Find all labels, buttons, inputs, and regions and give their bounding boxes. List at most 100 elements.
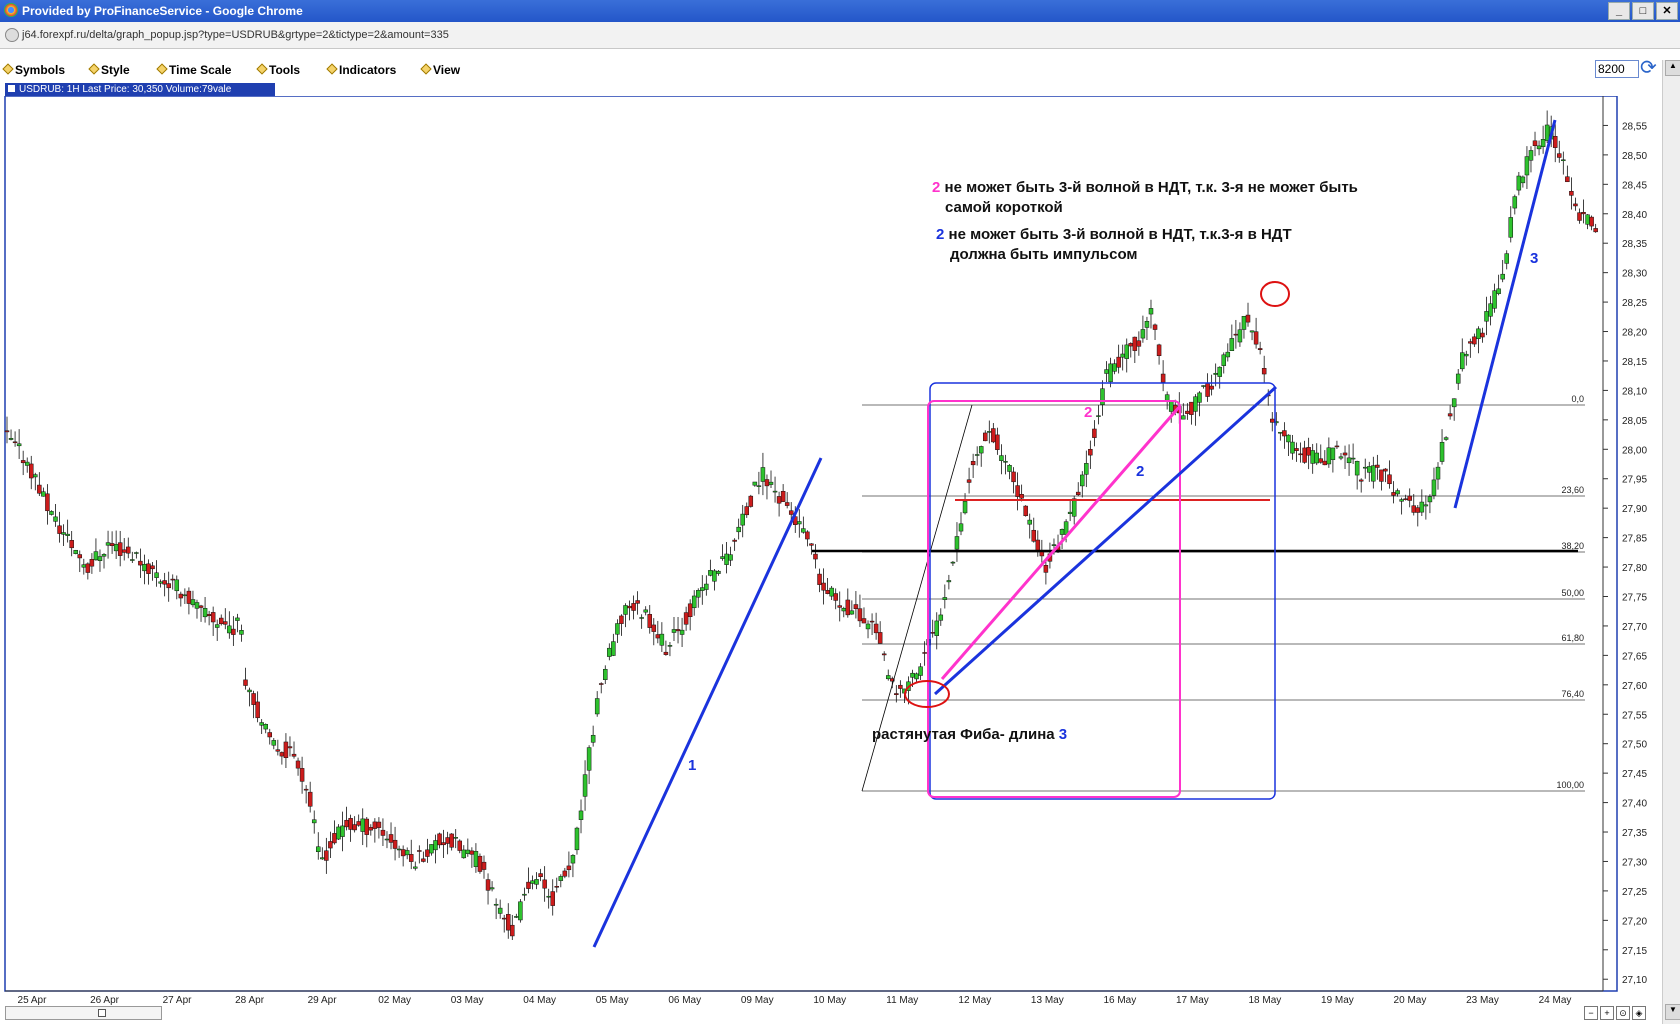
price-tick-label: 27,10 bbox=[1622, 975, 1647, 986]
candle-body bbox=[566, 865, 572, 871]
candle-body bbox=[441, 842, 446, 846]
candle-body bbox=[158, 581, 163, 584]
candle-body bbox=[267, 732, 273, 738]
candle-body bbox=[1540, 139, 1546, 148]
candle-body bbox=[627, 605, 632, 609]
candle-body bbox=[1443, 437, 1449, 440]
candle-body bbox=[530, 880, 535, 884]
price-tick-label: 27,50 bbox=[1622, 740, 1647, 751]
candle-body bbox=[1371, 465, 1376, 482]
menu-tools[interactable]: Tools bbox=[256, 63, 300, 77]
candle-body bbox=[396, 848, 402, 851]
candle-body bbox=[117, 542, 123, 556]
candle-body bbox=[380, 829, 386, 836]
price-tick-label: 27,65 bbox=[1622, 651, 1647, 662]
zoom-out-icon[interactable]: − bbox=[1584, 1006, 1598, 1020]
candle-body bbox=[1088, 448, 1093, 456]
menu-style[interactable]: Style bbox=[88, 63, 130, 77]
amount-input[interactable] bbox=[1595, 60, 1639, 78]
date-tick-label: 18 May bbox=[1249, 995, 1282, 1006]
candle-body bbox=[885, 675, 891, 680]
candle-body bbox=[861, 618, 867, 624]
candle-body bbox=[417, 850, 422, 852]
candle-body bbox=[873, 623, 879, 634]
candle-body bbox=[1011, 471, 1016, 483]
date-tick-label: 05 May bbox=[596, 995, 629, 1006]
candle-body bbox=[1193, 396, 1198, 412]
price-chart[interactable]: 0,0 23,60 38,20 50,00 61,80 76,40 100,00 28,55… bbox=[0, 96, 1662, 1006]
close-button[interactable]: ✕ bbox=[1656, 2, 1678, 20]
scroll-thumb[interactable] bbox=[98, 1009, 106, 1017]
price-tick-label: 27,95 bbox=[1622, 475, 1647, 486]
candle-body bbox=[404, 850, 410, 856]
candle-body bbox=[1508, 217, 1514, 238]
candle-body bbox=[1524, 156, 1530, 176]
candle-body bbox=[554, 886, 560, 888]
candle-body bbox=[966, 479, 972, 483]
candle-body bbox=[279, 752, 285, 757]
candle-body bbox=[186, 590, 192, 604]
price-tick-label: 28,15 bbox=[1622, 357, 1647, 368]
candle-body bbox=[1476, 328, 1481, 339]
candle-body bbox=[623, 605, 628, 615]
candle-body bbox=[748, 495, 754, 507]
candle-body bbox=[227, 625, 232, 634]
candle-body bbox=[8, 438, 14, 440]
fib-label: 0,0 bbox=[1571, 394, 1584, 404]
chart-menu-bar: Symbols Style Time Scale Tools Indicator… bbox=[0, 59, 1680, 81]
candle-body bbox=[1480, 332, 1485, 338]
price-tick-label: 28,25 bbox=[1622, 298, 1647, 309]
candle-body bbox=[1189, 401, 1194, 415]
candle-body bbox=[473, 851, 479, 867]
candle-body bbox=[1573, 203, 1578, 207]
candle-body bbox=[1249, 330, 1255, 333]
candle-body bbox=[853, 604, 859, 610]
candle-body bbox=[1023, 505, 1028, 517]
menu-view[interactable]: View bbox=[420, 63, 460, 77]
address-bar[interactable]: j64.forexpf.ru/delta/graph_popup.jsp?typ… bbox=[0, 22, 1680, 49]
vertical-scrollbar[interactable]: ▲ ▼ bbox=[1662, 60, 1680, 1024]
wave-label-2-pink: 2 bbox=[1084, 404, 1093, 421]
price-tick-label: 28,35 bbox=[1622, 239, 1647, 250]
chart-tab[interactable]: USDRUB: 1H Last Price: 30,350 Volume:79v… bbox=[5, 83, 275, 96]
candle-body bbox=[77, 554, 83, 559]
candle-body bbox=[922, 652, 927, 654]
candle-body bbox=[57, 525, 62, 534]
note-blue-num: 2 bbox=[936, 226, 945, 243]
candle-body bbox=[1128, 343, 1134, 347]
menu-indicators[interactable]: Indicators bbox=[326, 63, 396, 77]
candle-body bbox=[983, 432, 988, 442]
candle-body bbox=[332, 833, 337, 844]
refresh-icon[interactable]: ⟳ bbox=[1640, 58, 1660, 78]
minimize-button[interactable]: _ bbox=[1608, 2, 1630, 20]
candle-body bbox=[578, 810, 584, 820]
fit-icon[interactable]: ◈ bbox=[1632, 1006, 1646, 1020]
candle-body bbox=[615, 623, 620, 635]
candle-body bbox=[768, 481, 774, 485]
candle-body bbox=[497, 907, 503, 914]
candle-body bbox=[598, 683, 604, 685]
candle-body bbox=[364, 818, 370, 835]
menu-time-scale[interactable]: Time Scale bbox=[156, 63, 231, 77]
candle-body bbox=[1561, 159, 1566, 162]
candle-body bbox=[109, 543, 115, 546]
zoom-reset-icon[interactable]: ⊙ bbox=[1616, 1006, 1630, 1020]
candle-body bbox=[586, 747, 592, 771]
candle-body bbox=[974, 454, 980, 456]
candle-body bbox=[445, 837, 450, 844]
fib-label: 38,20 bbox=[1561, 541, 1584, 551]
scroll-up-icon[interactable]: ▲ bbox=[1665, 60, 1680, 76]
horizontal-scrollbar[interactable] bbox=[5, 1006, 162, 1020]
candle-body bbox=[744, 506, 750, 516]
fib-caption-text: растянутая Фиба- длина bbox=[872, 726, 1055, 743]
candle-body bbox=[1237, 329, 1243, 343]
candle-body bbox=[1354, 460, 1360, 476]
menu-symbols[interactable]: Symbols bbox=[2, 63, 65, 77]
candle-body bbox=[1197, 392, 1202, 403]
zoom-in-icon[interactable]: + bbox=[1600, 1006, 1614, 1020]
diamond-icon bbox=[156, 63, 168, 75]
url-text[interactable]: j64.forexpf.ru/delta/graph_popup.jsp?typ… bbox=[22, 29, 449, 41]
candle-body bbox=[1031, 529, 1037, 542]
maximize-button[interactable]: □ bbox=[1632, 2, 1654, 20]
scroll-down-icon[interactable]: ▼ bbox=[1665, 1004, 1680, 1020]
